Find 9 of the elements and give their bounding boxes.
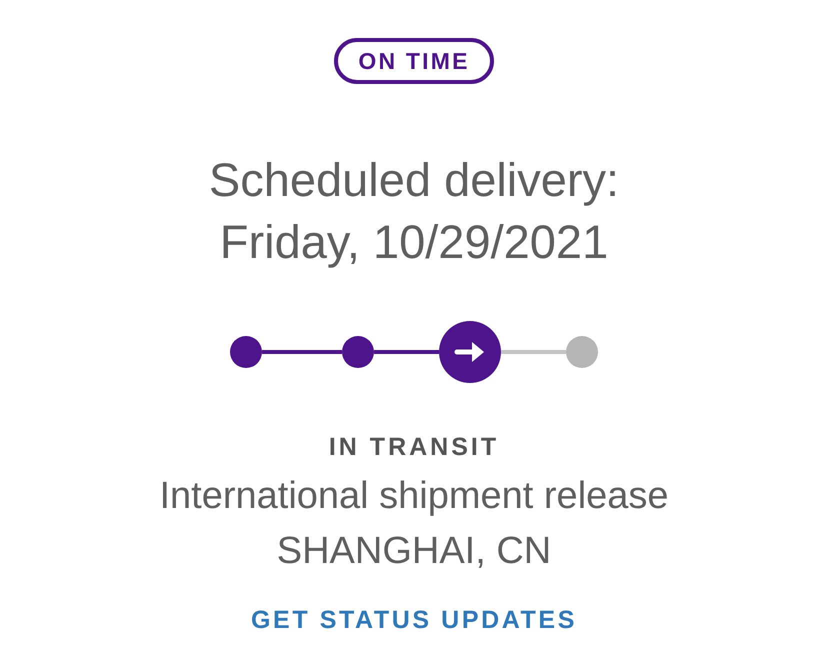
event-location: SHANGHAI, CN: [276, 529, 552, 574]
progress-connector: [374, 350, 439, 354]
event-description: International shipment release: [159, 474, 669, 519]
status-badge: ON TIME: [334, 38, 494, 84]
status-updates-link[interactable]: GET STATUS UPDATES: [251, 605, 577, 635]
progress-connector: [501, 350, 566, 354]
delivery-date: Friday, 10/29/2021: [220, 214, 608, 270]
delivery-label: Scheduled delivery:: [208, 152, 620, 208]
status-label: IN TRANSIT: [328, 432, 500, 462]
